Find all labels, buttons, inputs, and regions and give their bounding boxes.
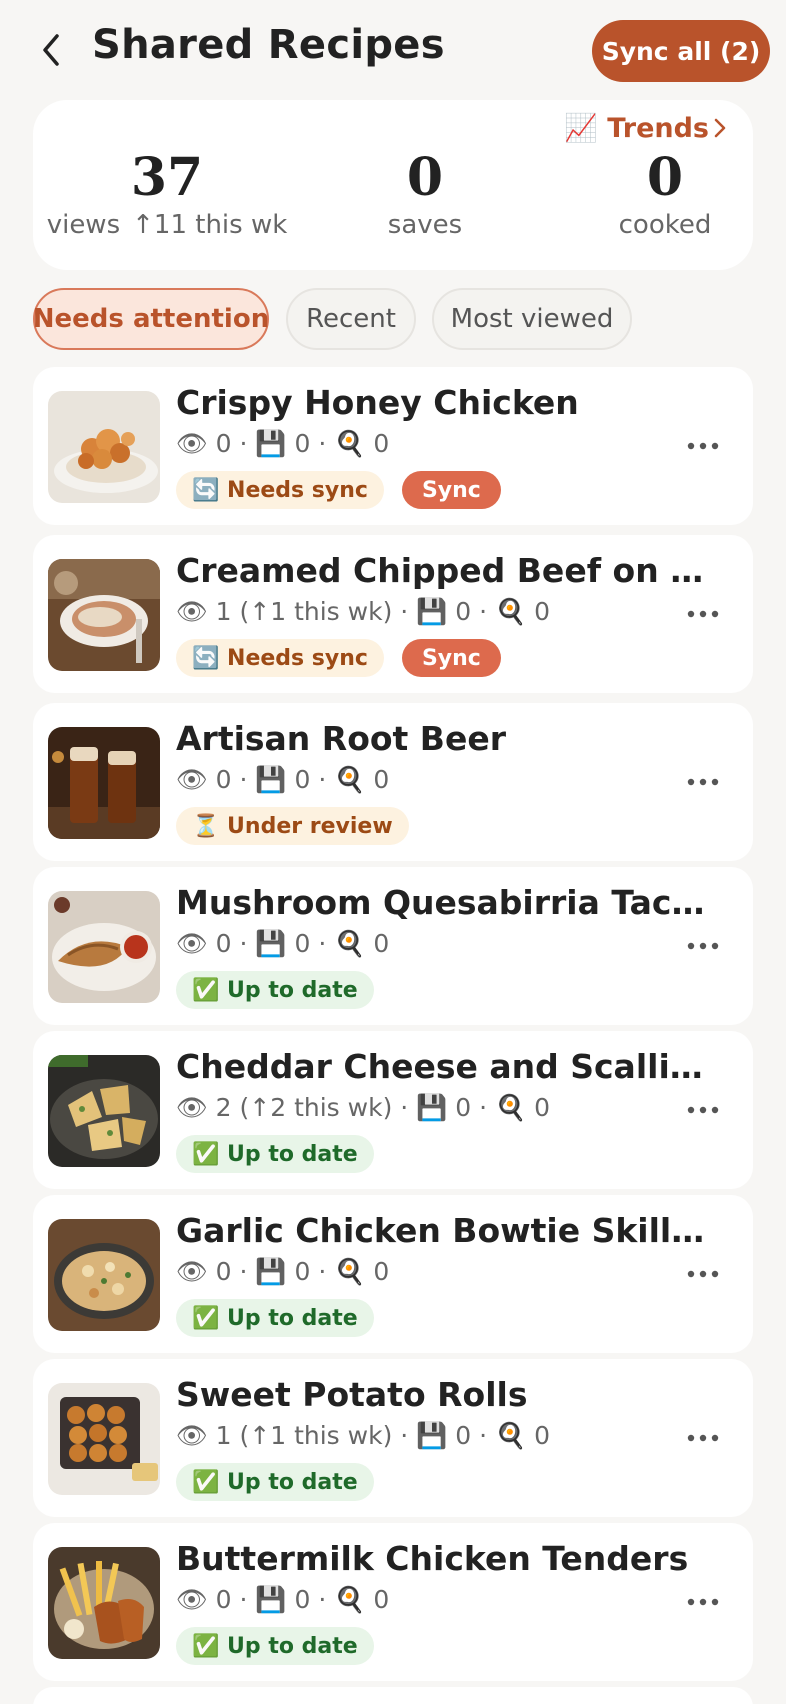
more-options-button[interactable] — [683, 1423, 723, 1453]
more-horizontal-icon — [687, 1434, 719, 1442]
saves-value: 0 — [406, 147, 444, 208]
recipe-thumbnail — [48, 559, 160, 671]
recipe-card-partial[interactable] — [33, 1687, 753, 1704]
recipe-title: Sweet Potato Rolls — [176, 1375, 528, 1414]
recipe-title: Garlic Chicken Bowtie Skillet… — [176, 1211, 706, 1250]
status-badge: 🔄 Needs sync — [176, 639, 384, 677]
recipe-card[interactable]: Garlic Chicken Bowtie Skillet… 👁 0 · 💾 0… — [33, 1195, 753, 1353]
more-horizontal-icon — [687, 610, 719, 618]
views-value: 37 — [130, 147, 204, 208]
trends-label: 📈 Trends — [564, 113, 709, 144]
more-options-button[interactable] — [683, 431, 723, 461]
recipe-card[interactable]: Mushroom Quesabirria Tacos 👁 0 · 💾 0 · 🍳… — [33, 867, 753, 1025]
recipe-thumbnail — [48, 1547, 160, 1659]
recipe-stats: 👁 1 (↑1 this wk) · 💾 0 · 🍳 0 — [176, 1421, 550, 1450]
recipe-thumbnail — [48, 1219, 160, 1331]
recipe-stats: 👁 1 (↑1 this wk) · 💾 0 · 🍳 0 — [176, 597, 550, 626]
back-button[interactable] — [36, 30, 66, 70]
status-badge: ✅ Up to date — [176, 1627, 374, 1665]
more-options-button[interactable] — [683, 599, 723, 629]
tab-most-viewed[interactable]: Most viewed — [432, 288, 632, 350]
recipe-title: Buttermilk Chicken Tenders — [176, 1539, 689, 1578]
cooked-value: 0 — [646, 147, 684, 208]
recipe-stats: 👁 0 · 💾 0 · 🍳 0 — [176, 1585, 390, 1614]
recipe-thumbnail — [48, 891, 160, 1003]
saves-stat: 0 saves — [330, 147, 520, 241]
recipe-thumbnail — [48, 1383, 160, 1495]
recipe-card[interactable]: Sweet Potato Rolls 👁 1 (↑1 this wk) · 💾 … — [33, 1359, 753, 1517]
more-options-button[interactable] — [683, 931, 723, 961]
chevron-right-icon — [714, 118, 726, 138]
recipe-thumbnail — [48, 391, 160, 503]
cooked-stat: 0 cooked — [570, 147, 760, 241]
recipe-title: Creamed Chipped Beef on T… — [176, 551, 706, 590]
status-badge: ✅ Up to date — [176, 1135, 374, 1173]
header: Shared Recipes Sync all (2) — [0, 0, 786, 100]
chevron-left-icon — [43, 34, 59, 66]
recipe-stats: 👁 0 · 💾 0 · 🍳 0 — [176, 765, 390, 794]
recipe-title: Cheddar Cheese and Scallio… — [176, 1047, 706, 1086]
recipe-title: Mushroom Quesabirria Tacos — [176, 883, 706, 922]
status-badge: ✅ Up to date — [176, 971, 374, 1009]
sync-button[interactable]: Sync — [401, 471, 501, 509]
more-horizontal-icon — [687, 1106, 719, 1114]
tab-recent[interactable]: Recent — [286, 288, 416, 350]
status-badge: 🔄 Needs sync — [176, 471, 384, 509]
more-options-button[interactable] — [683, 1587, 723, 1617]
recipe-title: Artisan Root Beer — [176, 719, 506, 758]
recipe-title: Crispy Honey Chicken — [176, 383, 579, 422]
trends-link[interactable]: 📈 Trends — [564, 112, 727, 144]
recipe-card[interactable]: Creamed Chipped Beef on T… 👁 1 (↑1 this … — [33, 535, 753, 693]
more-horizontal-icon — [687, 1270, 719, 1278]
stats-card: 📈 Trends 37 views ↑11 this wk 0 saves 0 … — [33, 100, 753, 270]
more-options-button[interactable] — [683, 1259, 723, 1289]
sync-button[interactable]: Sync — [401, 639, 501, 677]
tab-needs-attention[interactable]: Needs attention — [33, 288, 269, 350]
more-horizontal-icon — [687, 442, 719, 450]
recipe-card[interactable]: Artisan Root Beer 👁 0 · 💾 0 · 🍳 0 ⏳ Unde… — [33, 703, 753, 861]
more-options-button[interactable] — [683, 767, 723, 797]
status-badge: ✅ Up to date — [176, 1463, 374, 1501]
recipe-card[interactable]: Buttermilk Chicken Tenders 👁 0 · 💾 0 · 🍳… — [33, 1523, 753, 1681]
cooked-label: cooked — [618, 210, 712, 240]
recipe-card[interactable]: Cheddar Cheese and Scallio… 👁 2 (↑2 this… — [33, 1031, 753, 1189]
more-horizontal-icon — [687, 1598, 719, 1606]
recipe-stats: 👁 0 · 💾 0 · 🍳 0 — [176, 1257, 390, 1286]
saves-label: saves — [387, 210, 463, 240]
recipe-thumbnail — [48, 727, 160, 839]
more-horizontal-icon — [687, 778, 719, 786]
views-stat: 37 views ↑11 this wk — [46, 147, 288, 241]
recipe-stats: 👁 0 · 💾 0 · 🍳 0 — [176, 929, 390, 958]
views-trend: ↑11 this wk — [132, 210, 288, 240]
more-horizontal-icon — [687, 942, 719, 950]
views-label: views — [46, 210, 121, 240]
recipe-stats: 👁 2 (↑2 this wk) · 💾 0 · 🍳 0 — [176, 1093, 550, 1122]
status-badge: ✅ Up to date — [176, 1299, 374, 1337]
status-badge: ⏳ Under review — [176, 807, 409, 845]
recipe-thumbnail — [48, 1055, 160, 1167]
page-title: Shared Recipes — [92, 22, 445, 68]
sync-all-button[interactable]: Sync all (2) — [592, 20, 770, 82]
more-options-button[interactable] — [683, 1095, 723, 1125]
recipe-card[interactable]: Crispy Honey Chicken 👁 0 · 💾 0 · 🍳 0 🔄 N… — [33, 367, 753, 525]
recipe-stats: 👁 0 · 💾 0 · 🍳 0 — [176, 429, 390, 458]
